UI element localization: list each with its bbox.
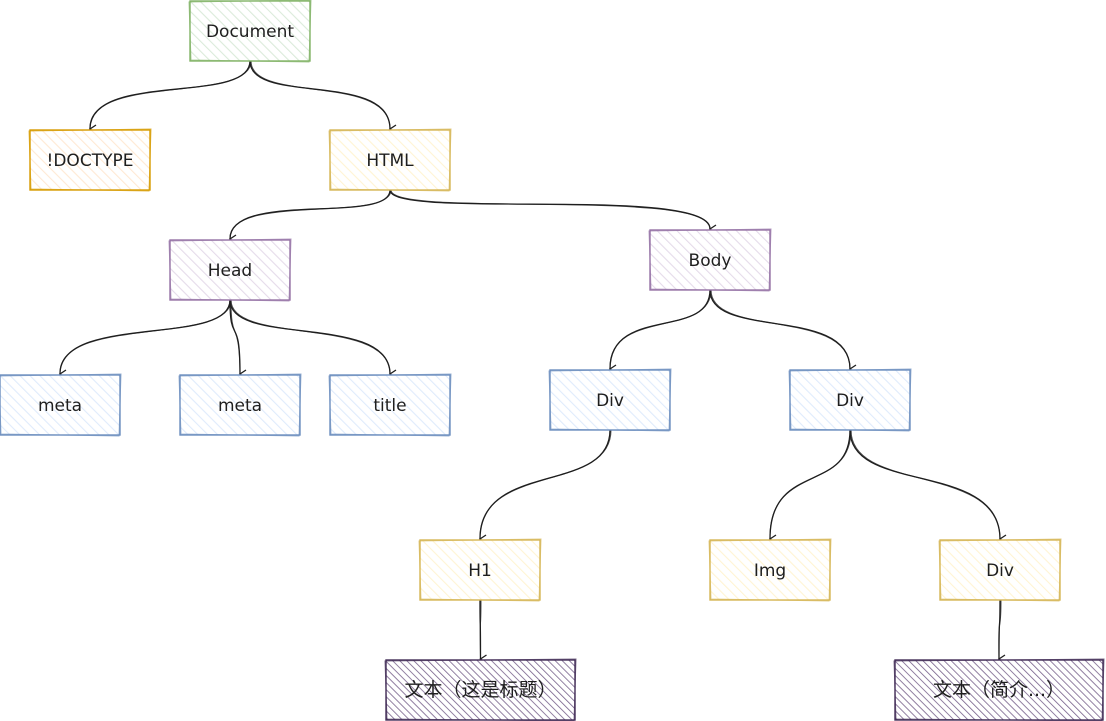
node-title-label: title	[373, 396, 406, 416]
node-h1[interactable]: H1	[418, 538, 542, 602]
edge-body-to-div2	[709, 289, 857, 374]
dom-tree-diagram: Document !DOCTYPE HTML Head Body meta meta titl…	[0, 0, 1105, 721]
node-img-label: Img	[754, 561, 786, 581]
edge-document-to-html-sketch	[250, 60, 391, 129]
node-meta2-label: meta	[218, 396, 262, 416]
node-body[interactable]: Body	[648, 228, 772, 292]
node-div3-label: Div	[986, 561, 1014, 581]
edge-document-to-doctype	[88, 60, 251, 134]
edge-body-to-div1-sketch	[609, 289, 712, 369]
node-meta1[interactable]: meta	[0, 373, 122, 437]
node-title[interactable]: title	[328, 373, 452, 437]
node-document-label: Document	[206, 22, 294, 42]
edge-html-to-head-sketch	[229, 189, 392, 239]
node-text2-label: 文本（简介...）	[933, 679, 1065, 701]
node-document[interactable]: Document	[188, 0, 312, 63]
edge-head-to-meta1-sketch	[59, 299, 232, 374]
edge-body-to-div1	[608, 289, 711, 374]
edge-body-to-div2-sketch	[710, 289, 851, 369]
node-div3[interactable]: Div	[938, 538, 1062, 602]
edge-div2-to-div3-sketch	[850, 429, 1001, 539]
node-doctype[interactable]: !DOCTYPE	[28, 128, 152, 192]
edge-div1-to-h1	[478, 429, 611, 544]
node-h1-label: H1	[468, 561, 492, 581]
node-body-label: Body	[689, 251, 732, 271]
node-doctype-label: !DOCTYPE	[47, 151, 134, 171]
node-div1[interactable]: Div	[548, 368, 672, 432]
node-text1[interactable]: 文本（这是标题）	[384, 658, 577, 721]
node-text1-label: 文本（这是标题）	[404, 679, 556, 701]
node-text2[interactable]: 文本（简介...）	[893, 658, 1105, 721]
node-head-label: Head	[208, 261, 252, 281]
node-meta1-label: meta	[38, 396, 82, 416]
node-img[interactable]: Img	[708, 538, 832, 602]
nodes-layer: Document !DOCTYPE HTML Head Body meta meta titl…	[0, 0, 1105, 721]
edge-head-to-title-sketch	[230, 299, 391, 374]
edge-div1-to-h1-sketch	[479, 429, 612, 539]
edge-html-to-head	[228, 189, 391, 244]
node-html[interactable]: HTML	[328, 128, 452, 192]
edge-head-to-meta1	[58, 299, 231, 379]
edge-div2-to-div3	[849, 429, 1007, 544]
edge-div2-to-img-sketch	[769, 429, 852, 539]
edge-head-to-title	[229, 299, 397, 379]
node-div2[interactable]: Div	[788, 368, 912, 432]
edge-document-to-html	[249, 60, 397, 134]
node-meta2[interactable]: meta	[178, 373, 302, 437]
node-div2-label: Div	[836, 391, 864, 411]
edge-div2-to-img	[768, 429, 851, 544]
node-html-label: HTML	[366, 151, 414, 171]
edge-html-to-body-sketch	[390, 189, 711, 229]
edge-document-to-doctype-sketch	[89, 60, 252, 129]
node-head[interactable]: Head	[168, 238, 292, 302]
node-div1-label: Div	[596, 391, 624, 411]
